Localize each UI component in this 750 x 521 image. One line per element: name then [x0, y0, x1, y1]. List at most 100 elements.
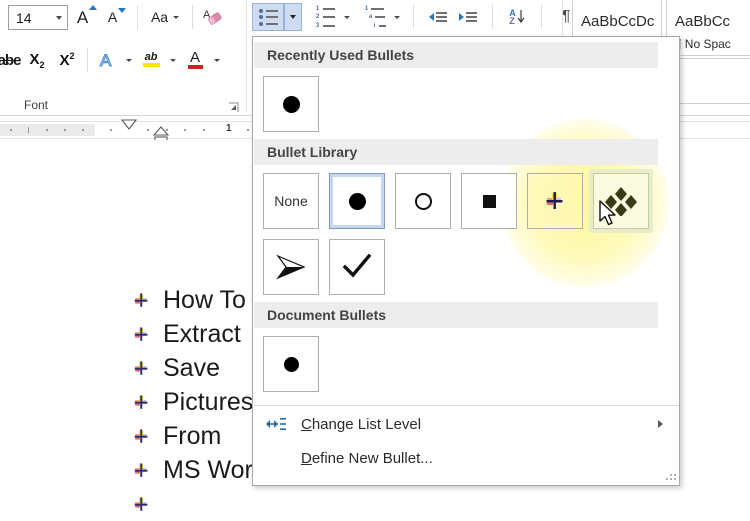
change-case-label: Aa — [150, 9, 169, 25]
first-line-indent-marker[interactable] — [120, 119, 138, 132]
shrink-font-icon: A — [107, 9, 118, 25]
hollow-circle-bullet-icon — [414, 192, 432, 210]
sort-letter-z: Z — [509, 16, 515, 26]
picture-cross-bullet-icon — [134, 326, 148, 341]
sort-icon: A Z — [509, 9, 525, 26]
multilevel-dropdown-button[interactable] — [390, 4, 404, 30]
word-window: 14 A A Aa A abe X2 X2 A ab A Font 1 2 3 … — [0, 0, 750, 511]
clear-formatting-button[interactable]: A — [198, 4, 228, 30]
list-item[interactable]: How To — [132, 283, 267, 317]
filled-circle-bullet-icon — [282, 95, 300, 113]
font-color-letter: A — [189, 49, 200, 66]
toolbar-separator — [541, 5, 542, 29]
grow-font-button[interactable]: A — [72, 4, 102, 30]
bullet-option-hollow-circle[interactable] — [395, 173, 451, 229]
resize-grip[interactable] — [666, 472, 676, 481]
picture-cross-bullet — [132, 461, 151, 480]
list-item-text: Extract — [163, 319, 241, 348]
bullet-option-filled-square[interactable] — [461, 173, 517, 229]
submenu-arrow-icon — [658, 420, 663, 428]
list-item[interactable]: From — [132, 419, 267, 453]
font-color-dropdown[interactable] — [209, 47, 225, 73]
picture-cross-bullet — [132, 325, 151, 344]
arrow-down-icon — [118, 8, 127, 13]
multilevel-list-button[interactable]: 1 a i — [360, 4, 390, 30]
chevron-down-icon — [344, 15, 350, 19]
chevron-down-icon — [214, 58, 220, 62]
strikethrough-button[interactable]: abe — [0, 47, 22, 73]
ruler-number-1: 1 — [226, 123, 232, 134]
numbering-dropdown-button[interactable] — [340, 4, 354, 30]
multilevel-list-icon: 1 a i — [365, 6, 386, 29]
picture-cross-bullet — [132, 393, 151, 412]
text-highlight-icon: ab — [142, 52, 160, 67]
picture-cross-bullet-icon — [134, 428, 148, 443]
bullet-option-checkmark[interactable] — [329, 239, 385, 295]
change-list-level-icon — [266, 418, 286, 430]
toolbar-separator — [137, 5, 138, 29]
list-item-text: How To — [163, 285, 246, 314]
bullet-option-arrowhead[interactable] — [263, 239, 319, 295]
font-size-dropdown-icon[interactable] — [51, 15, 67, 20]
bullets-dropdown-button[interactable] — [284, 3, 302, 31]
numbering-button[interactable]: 1 2 3 — [310, 4, 340, 30]
change-list-level-label: Change List Level — [301, 415, 422, 433]
bulleted-list: How To Extract Save Pictures From MS Word — [132, 283, 267, 521]
list-item[interactable]: Save — [132, 351, 267, 385]
menu-divider — [254, 405, 679, 406]
bullet-option-picture-cross[interactable] — [527, 173, 583, 229]
shrink-font-button[interactable]: A — [102, 4, 132, 30]
subscript-button[interactable]: X2 — [22, 47, 52, 73]
chevron-down-icon — [126, 58, 132, 62]
bullets-dropdown-panel: Recently Used Bullets Bullet Library Non… — [252, 36, 680, 486]
picture-cross-bullet — [132, 359, 151, 378]
recent-bullet-filled-circle[interactable] — [263, 76, 319, 132]
picture-cross-bullet-icon — [134, 394, 148, 409]
toolbar-separator — [492, 5, 493, 29]
bullet-option-filled-circle[interactable] — [329, 173, 385, 229]
highlight-dropdown[interactable] — [165, 47, 181, 73]
font-size-value: 14 — [16, 9, 32, 26]
chevron-down-icon — [173, 15, 180, 19]
superscript-button[interactable]: X2 — [52, 47, 82, 73]
section-header-bullet-library: Bullet Library — [254, 139, 658, 165]
subscript-digit: 2 — [39, 59, 45, 70]
toolbar-separator — [192, 5, 193, 29]
text-effects-button[interactable]: A — [93, 47, 121, 73]
font-group-label: Font — [24, 98, 49, 112]
change-case-button[interactable]: Aa — [143, 4, 187, 30]
font-dialog-launcher[interactable] — [228, 100, 239, 112]
increase-indent-button[interactable] — [453, 4, 483, 30]
menu-item-define-new-bullet[interactable]: Define New Bullet... — [261, 443, 673, 473]
clear-formatting-icon: A — [203, 9, 222, 25]
font-size-combo[interactable]: 14 — [8, 5, 68, 30]
strikethrough-icon: abe — [0, 51, 21, 69]
list-item-partial[interactable] — [132, 487, 267, 521]
toolbar-separator — [87, 48, 88, 72]
menu-item-change-list-level[interactable]: Change List Level — [261, 409, 673, 439]
section-title-document-bullets: Document Bullets — [267, 307, 387, 323]
style-1-sample: AaBbCcDc — [581, 13, 655, 30]
picture-cross-bullet-icon — [134, 462, 148, 477]
list-item[interactable]: Extract — [132, 317, 267, 351]
svg-text:A: A — [100, 51, 112, 70]
list-item[interactable]: Pictures — [132, 385, 267, 419]
increase-indent-icon — [459, 12, 477, 22]
bullets-button[interactable] — [252, 3, 284, 31]
bullet-option-none[interactable]: None — [263, 173, 319, 229]
list-item[interactable]: MS Word — [132, 453, 267, 487]
sort-button[interactable]: A Z — [502, 4, 532, 30]
section-header-recently-used: Recently Used Bullets — [254, 42, 658, 68]
document-bullet-filled-circle[interactable] — [263, 336, 319, 392]
decrease-indent-icon — [429, 12, 447, 22]
sort-arrow-icon — [517, 10, 525, 23]
superscript-digit: 2 — [69, 51, 75, 61]
section-header-document-bullets: Document Bullets — [254, 302, 658, 328]
font-color-button[interactable]: A — [181, 47, 209, 73]
picture-cross-bullet — [132, 495, 151, 514]
none-label: None — [274, 193, 308, 209]
text-effects-dropdown[interactable] — [121, 47, 137, 73]
text-highlight-button[interactable]: ab — [137, 47, 165, 73]
decrease-indent-button[interactable] — [423, 4, 453, 30]
mouse-cursor — [599, 200, 616, 226]
